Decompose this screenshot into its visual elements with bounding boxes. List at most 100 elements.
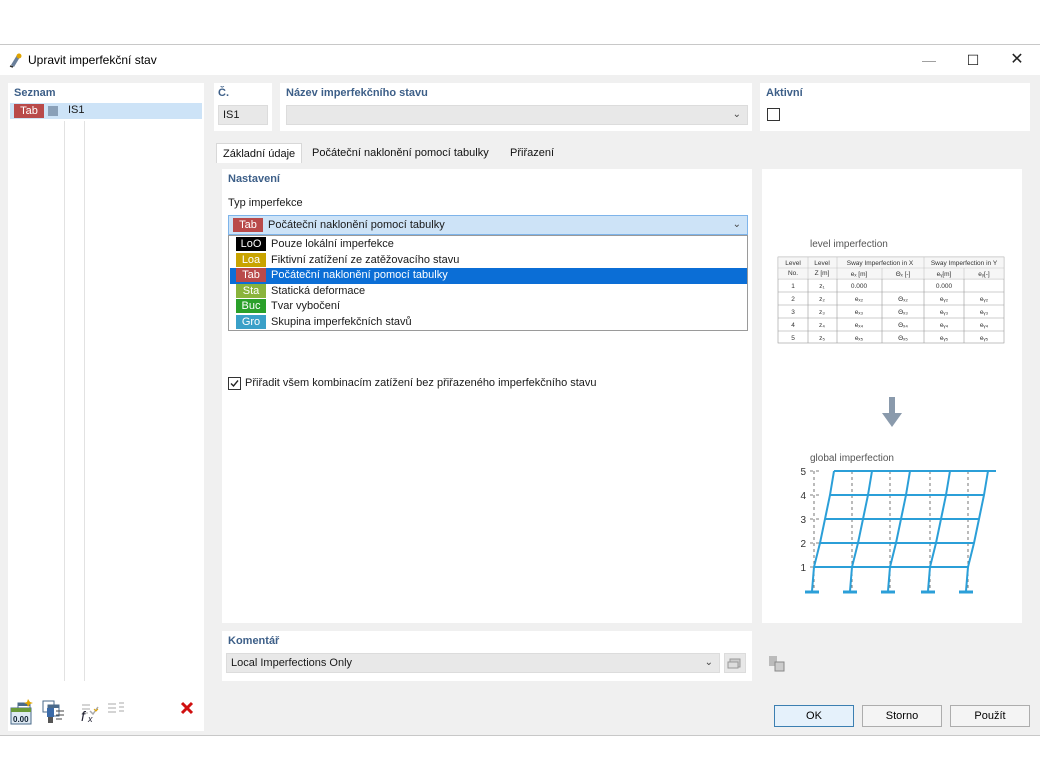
imperfection-type-select[interactable]: Tab Počáteční naklonění pomocí tabulky ⌄: [228, 215, 748, 235]
table-cell: 1: [791, 283, 795, 290]
apply-button[interactable]: Použít: [950, 705, 1030, 727]
cancel-button[interactable]: Storno: [862, 705, 942, 727]
units-icon[interactable]: 0.00: [10, 705, 32, 727]
minimize-button[interactable]: —: [906, 45, 952, 75]
option-notional-loads[interactable]: Loa Fiktivní zatížení ze zatěžovacího sta…: [230, 252, 747, 269]
preview-options-icon[interactable]: [766, 653, 788, 675]
option-tag: Gro: [236, 314, 266, 329]
app-icon: [8, 52, 24, 68]
col-head: Z [m]: [815, 270, 830, 277]
option-tag: Buc: [236, 299, 266, 314]
svg-text:0.00: 0.00: [13, 715, 29, 724]
window-title: Upravit imperfekční stav: [28, 53, 157, 67]
col-head: eᵧ[m]: [937, 271, 952, 278]
sidebar: Seznam Tab IS1: [8, 83, 204, 731]
imperfection-type-dropdown: LoO Pouze lokální imperfekce Loa Fiktivní …: [228, 235, 748, 331]
active-panel: Aktivní: [760, 83, 1030, 131]
active-label: Aktivní: [766, 87, 803, 99]
tab-assignment[interactable]: Přiřazení: [504, 143, 560, 163]
number-panel: Č. IS1: [214, 83, 272, 131]
tab-basic[interactable]: Základní údaje: [216, 143, 303, 163]
arrow-down-icon: [882, 397, 902, 427]
settings-panel: Nastavení Typ imperfekce Tab Počáteční na…: [222, 169, 752, 623]
global-title: global imperfection: [810, 453, 894, 464]
table-title: level imperfection: [810, 239, 888, 250]
deformed-frame: [811, 470, 996, 592]
table-cell: eᵧ₄: [940, 322, 949, 329]
settings-title: Nastavení: [228, 173, 280, 185]
col-head: Sway Imperfection in X: [847, 260, 914, 267]
option-buckling-shape[interactable]: Buc Tvar vybočení: [230, 299, 747, 315]
option-tag: Sta: [236, 283, 266, 298]
table-cell: 0.000: [851, 283, 868, 290]
table-cell: eₓ₅: [855, 335, 864, 342]
assign-checkbox[interactable]: [228, 377, 241, 390]
option-label: Skupina imperfekčních stavů: [271, 315, 412, 328]
level-label: 4: [800, 491, 806, 502]
table-cell: 3: [791, 309, 795, 316]
table-cell: Θₓ₃: [898, 309, 908, 316]
table-cell: z₄: [819, 322, 825, 329]
table-cell: eₓ₄: [855, 322, 864, 329]
table-cell: eᵧ₅: [940, 335, 949, 342]
tab-initial-sway[interactable]: Počáteční naklonění pomocí tabulky: [306, 143, 495, 163]
preview-diagram: level imperfection Level No. Level Z [m]…: [777, 239, 1005, 594]
option-static-deformation[interactable]: Sta Statická deformace: [230, 283, 747, 300]
table-cell: Θₓ₅: [898, 335, 908, 342]
option-label: Fiktivní zatížení ze zatěžovacího stavu: [271, 253, 460, 266]
col-head: Sway Imperfection in Y: [931, 260, 998, 267]
col-head: Θₓ [-]: [896, 271, 911, 278]
table-cell: eᵧ₃: [980, 309, 989, 316]
table-cell: Θₓ₄: [898, 322, 908, 329]
table-cell: eᵧ₅: [980, 335, 989, 342]
number-field[interactable]: IS1: [218, 105, 268, 125]
comment-library-icon[interactable]: [724, 653, 746, 673]
option-label: Pouze lokální imperfekce: [271, 238, 394, 250]
table-cell: eᵧ₃: [940, 309, 949, 316]
comment-value: Local Imperfections Only: [231, 657, 353, 669]
table-cell: eᵧ₂: [980, 296, 989, 303]
ok-button[interactable]: OK: [774, 705, 854, 727]
sidebar-item-is1[interactable]: Tab IS1: [10, 103, 202, 119]
maximize-button[interactable]: ☐: [950, 45, 996, 75]
option-label: Statická deformace: [271, 284, 366, 297]
selected-type-tag: Tab: [233, 218, 263, 233]
chevron-down-icon: ⌄: [704, 657, 713, 668]
tree-guide: [84, 121, 85, 681]
option-tag: LoO: [236, 237, 266, 252]
sort-icon[interactable]: [104, 697, 126, 719]
option-local-only[interactable]: LoO Pouze lokální imperfekce: [230, 237, 747, 253]
preview-panel: level imperfection Level No. Level Z [m]…: [762, 169, 1022, 623]
col-head: Level: [814, 260, 830, 267]
option-tag: Loa: [236, 252, 266, 267]
assign-checkbox-label: Přiřadit všem kombinacím zatížení bez př…: [245, 377, 597, 389]
color-swatch: [48, 106, 58, 116]
title-bar: Upravit imperfekční stav — ☐ ✕: [0, 45, 1040, 75]
comment-title: Komentář: [228, 635, 280, 647]
table-cell: Θₓ₂: [898, 296, 908, 303]
level-label: 2: [800, 539, 806, 550]
number-label: Č.: [218, 87, 229, 99]
name-label: Název imperfekčního stavu: [286, 87, 428, 99]
name-panel: Název imperfekčního stavu ⌄: [280, 83, 752, 131]
table-cell: eᵧ₄: [980, 322, 989, 329]
level-label: 1: [800, 563, 806, 574]
table-cell: z₅: [819, 335, 825, 342]
option-label: Počáteční naklonění pomocí tabulky: [271, 269, 448, 281]
name-select[interactable]: ⌄: [286, 105, 748, 125]
table-cell: 0.000: [936, 283, 953, 290]
comment-select[interactable]: Local Imperfections Only ⌄: [226, 653, 720, 673]
option-imperfection-group[interactable]: Gro Skupina imperfekčních stavů: [230, 314, 747, 331]
delete-icon[interactable]: [176, 697, 198, 719]
option-initial-sway-table[interactable]: Tab Počáteční naklonění pomocí tabulky: [230, 268, 747, 284]
svg-text:f: f: [81, 708, 87, 724]
table-cell: eₓ₂: [855, 296, 864, 303]
active-checkbox[interactable]: [767, 108, 780, 121]
col-head: eᵧ[-]: [978, 271, 990, 278]
svg-text:x: x: [87, 714, 93, 724]
sidebar-item-label: IS1: [68, 104, 85, 116]
close-window-button[interactable]: ✕: [994, 45, 1040, 75]
info-icon[interactable]: [44, 705, 66, 727]
formula-icon[interactable]: fx: [78, 705, 100, 727]
table-cell: 2: [791, 296, 795, 303]
